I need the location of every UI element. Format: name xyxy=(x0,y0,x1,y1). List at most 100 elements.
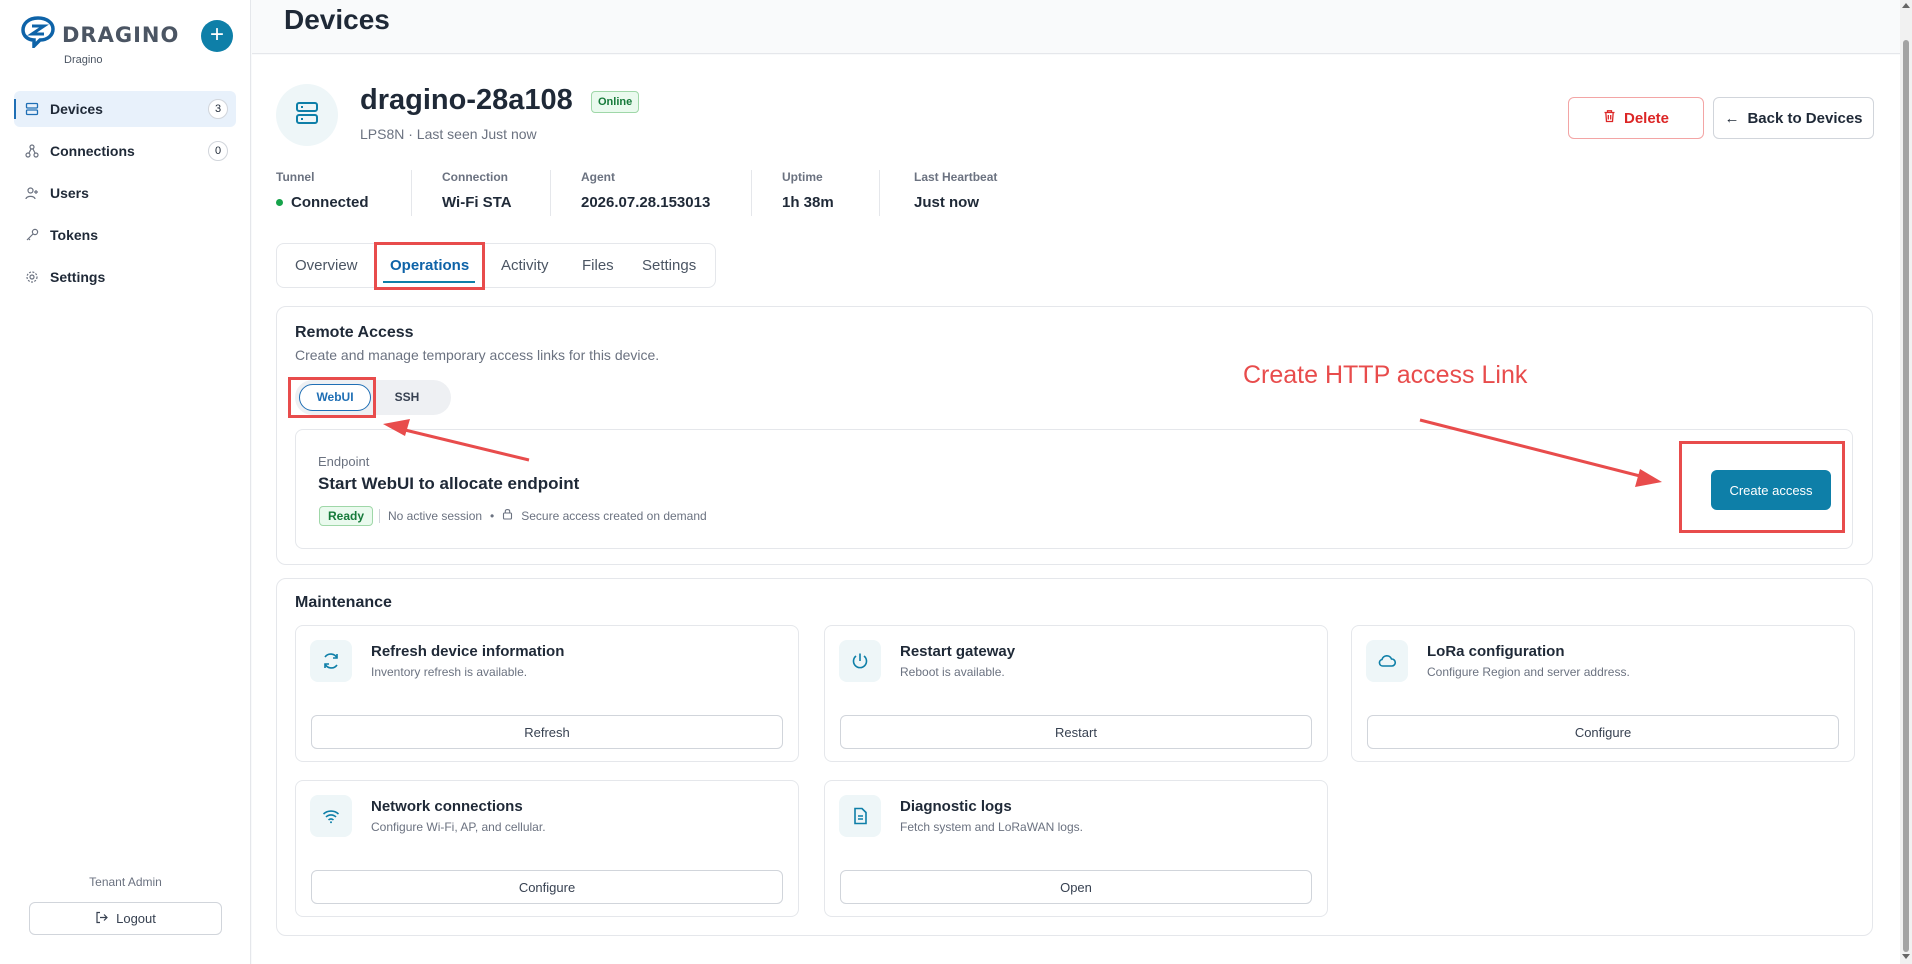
sidebar-item-devices[interactable]: Devices 3 xyxy=(14,91,236,127)
divider xyxy=(879,170,880,216)
maintenance-card-lora: LoRa configuration Configure Region and … xyxy=(1351,625,1855,762)
endpoint-label: Endpoint xyxy=(318,454,370,469)
brand-name: DRAGINO xyxy=(62,22,180,47)
sidebar-item-label: Tokens xyxy=(50,227,98,243)
sidebar-item-label: Devices xyxy=(50,101,103,117)
maintenance-card-restart: Restart gateway Reboot is available. Res… xyxy=(824,625,1328,762)
device-avatar xyxy=(276,84,338,146)
maintenance-card-refresh: Refresh device information Inventory ref… xyxy=(295,625,799,762)
restart-button[interactable]: Restart xyxy=(840,715,1312,749)
card-description: Configure Wi-Fi, AP, and cellular. xyxy=(371,820,546,834)
endpoint-title: Start WebUI to allocate endpoint xyxy=(318,474,580,493)
delete-button[interactable]: Delete xyxy=(1568,97,1704,139)
power-icon xyxy=(839,640,881,682)
session-status: No active session xyxy=(388,508,483,523)
page-header: Devices xyxy=(252,0,1900,54)
user-plus-icon xyxy=(24,185,40,201)
scrollbar-thumb[interactable] xyxy=(1903,40,1909,952)
server-icon xyxy=(24,101,40,117)
stat-label: Tunnel xyxy=(276,170,315,184)
vertical-scrollbar[interactable] xyxy=(1900,0,1912,964)
back-to-devices-button[interactable]: ← Back to Devices xyxy=(1713,97,1874,139)
tab-bar: Overview Operations Activity Files Setti… xyxy=(276,243,716,288)
stat-label: Connection xyxy=(442,170,508,184)
maintenance-title: Maintenance xyxy=(295,594,392,611)
refresh-button[interactable]: Refresh xyxy=(311,715,783,749)
card-description: Fetch system and LoRaWAN logs. xyxy=(900,820,1083,834)
logout-label: Logout xyxy=(116,911,156,926)
sidebar-item-connections[interactable]: Connections 0 xyxy=(14,133,236,169)
sidebar-item-users[interactable]: Users xyxy=(14,175,236,211)
ready-badge: Ready xyxy=(319,506,374,526)
mode-ssh-button[interactable]: SSH xyxy=(377,384,437,411)
sidebar-item-tokens[interactable]: Tokens xyxy=(14,217,236,253)
card-description: Configure Region and server address. xyxy=(1427,665,1630,679)
stat-agent: Agent 2026.07.28.153013 xyxy=(581,170,710,211)
arrow-left-icon: ← xyxy=(1724,109,1740,127)
connected-dot-icon xyxy=(276,199,283,206)
back-label: Back to Devices xyxy=(1747,109,1863,127)
lock-icon xyxy=(502,508,513,523)
endpoint-meta: No active session • Secure access create… xyxy=(379,508,707,523)
stat-label: Uptime xyxy=(782,170,823,184)
tab-activity[interactable]: Activity xyxy=(501,244,549,287)
stat-value: 1h 38m xyxy=(782,194,834,211)
key-icon xyxy=(24,227,40,243)
secure-access-note: Secure access created on demand xyxy=(521,508,707,523)
open-logs-button[interactable]: Open xyxy=(840,870,1312,904)
network-configure-button[interactable]: Configure xyxy=(311,870,783,904)
lora-configure-button[interactable]: Configure xyxy=(1367,715,1839,749)
delete-label: Delete xyxy=(1623,109,1670,127)
card-title: Restart gateway xyxy=(900,643,1016,660)
device-subtitle: LPS8N · Last seen Just now xyxy=(360,126,537,142)
stat-value: Just now xyxy=(914,194,980,211)
tenant-name: Dragino xyxy=(64,54,103,66)
stat-label: Agent xyxy=(581,170,615,184)
refresh-icon xyxy=(310,640,352,682)
count-badge: 0 xyxy=(208,141,228,161)
server-icon xyxy=(294,100,320,131)
highlight-box-operations xyxy=(374,242,485,290)
count-badge: 3 xyxy=(208,99,228,119)
tab-overview[interactable]: Overview xyxy=(295,244,358,287)
dragino-logo-icon xyxy=(20,16,56,53)
annotation-text: Create HTTP access Link xyxy=(1243,361,1528,389)
sidebar-nav: Devices 3 Connections 0 Users Tokens Set… xyxy=(14,91,236,301)
maintenance-card-logs: Diagnostic logs Fetch system and LoRaWAN… xyxy=(824,780,1328,917)
stat-uptime: Uptime 1h 38m xyxy=(782,170,834,211)
scroll-down-arrow-icon[interactable] xyxy=(1902,954,1910,959)
highlight-box-webui xyxy=(288,377,376,418)
file-text-icon xyxy=(839,795,881,837)
brand: DRAGINO Dragino xyxy=(20,16,179,66)
cloud-icon xyxy=(1366,640,1408,682)
logout-button[interactable]: Logout xyxy=(29,902,222,935)
card-title: Diagnostic logs xyxy=(900,798,1012,815)
maintenance-card-network: Network connections Configure Wi-Fi, AP,… xyxy=(295,780,799,917)
remote-access-description: Create and manage temporary access links… xyxy=(295,347,660,363)
highlight-box-create-access xyxy=(1679,441,1845,533)
sidebar-item-settings[interactable]: Settings xyxy=(14,259,236,295)
remote-access-title: Remote Access xyxy=(295,324,414,341)
divider xyxy=(379,508,380,523)
sidebar-item-label: Users xyxy=(50,185,89,201)
add-button[interactable]: + xyxy=(201,20,233,52)
scroll-up-arrow-icon[interactable] xyxy=(1902,3,1910,8)
stat-value: Wi-Fi STA xyxy=(442,194,512,211)
page-title: Devices xyxy=(284,4,390,35)
card-title: LoRa configuration xyxy=(1427,643,1565,660)
gear-icon xyxy=(24,269,40,285)
status-badge: Online xyxy=(591,91,640,113)
stat-label: Last Heartbeat xyxy=(914,170,998,184)
bullet-separator: • xyxy=(490,508,495,523)
divider xyxy=(550,170,551,216)
stat-value: Connected xyxy=(291,194,369,211)
stat-connection: Connection Wi-Fi STA xyxy=(442,170,512,211)
tab-settings[interactable]: Settings xyxy=(642,244,696,287)
tab-files[interactable]: Files xyxy=(582,244,614,287)
divider xyxy=(751,170,752,216)
sidebar-item-label: Connections xyxy=(50,143,135,159)
card-description: Inventory refresh is available. xyxy=(371,665,528,679)
card-description: Reboot is available. xyxy=(900,665,1005,679)
user-role: Tenant Admin xyxy=(89,875,162,889)
sidebar: DRAGINO Dragino + Devices 3 Connections … xyxy=(0,0,251,964)
